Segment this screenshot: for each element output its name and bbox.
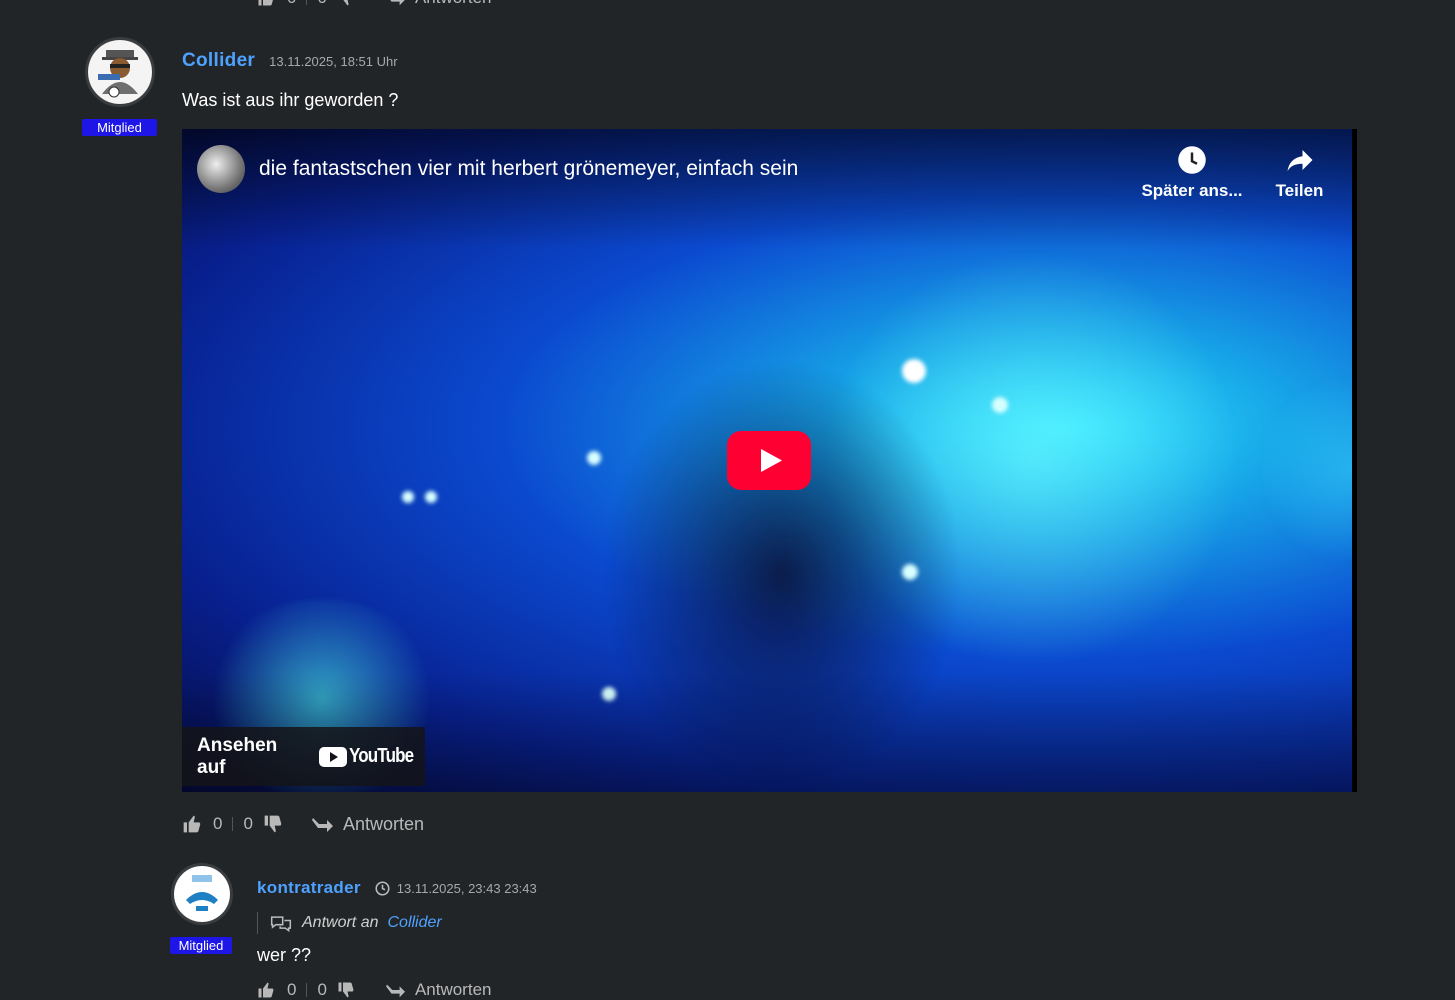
reply-link[interactable]: Antworten — [415, 0, 492, 8]
post-actions: 0 0 Antworten — [257, 980, 491, 1000]
youtube-embed[interactable]: die fantastschen vier mit herbert grönem… — [182, 129, 1357, 792]
avatar-illustration — [88, 40, 152, 104]
video-title[interactable]: die fantastschen vier mit herbert grönem… — [259, 157, 798, 181]
dislike-count: 0 — [317, 980, 327, 999]
youtube-logo-icon — [319, 746, 348, 767]
post-header: kontratrader 13.11.2025, 23:43 23:43 — [257, 878, 537, 898]
thumbs-down-icon[interactable] — [337, 0, 355, 7]
post-timestamp: 13.11.2025, 18:51 Uhr — [269, 54, 398, 69]
post-timestamp: 13.11.2025, 23:43 23:43 — [396, 880, 537, 896]
share-label: Teilen — [1275, 181, 1324, 200]
divider — [306, 983, 308, 997]
dislike-count: 0 — [243, 814, 253, 833]
video-border — [1352, 129, 1357, 792]
play-button[interactable] — [727, 431, 811, 490]
divider — [306, 0, 308, 5]
thumbs-up-icon[interactable] — [182, 814, 202, 834]
reply-prefix: Antwort an — [302, 914, 379, 931]
role-badge: Mitglied — [170, 937, 232, 954]
thumbs-up-icon[interactable] — [257, 0, 275, 7]
author-name[interactable]: Collider — [182, 50, 255, 72]
like-count: 0 — [287, 0, 296, 8]
play-icon — [761, 449, 782, 472]
comments-icon — [270, 914, 292, 932]
reply-arrow-icon[interactable] — [385, 981, 407, 999]
thumbs-down-icon[interactable] — [337, 981, 355, 999]
avatar-illustration — [174, 866, 230, 922]
post-text: Was ist aus ihr geworden ? — [182, 90, 399, 110]
author-name[interactable]: kontratrader — [257, 878, 361, 898]
youtube-logo: YouTube — [319, 745, 425, 768]
watch-on-label: Ansehen auf — [197, 734, 278, 778]
clock-icon — [375, 880, 390, 896]
thumbs-up-icon[interactable] — [257, 981, 275, 999]
reply-to-user[interactable]: Collider — [387, 914, 441, 932]
reply-reference: Antwort an Collider — [257, 912, 442, 934]
avatar[interactable] — [85, 37, 155, 107]
reply-arrow-icon[interactable] — [311, 814, 335, 834]
dislike-count: 0 — [317, 0, 326, 8]
share-button[interactable]: Teilen — [1262, 145, 1337, 201]
youtube-wordmark: YouTube — [349, 745, 414, 767]
post-header: Collider 13.11.2025, 18:51 Uhr — [182, 50, 398, 72]
watch-later-button[interactable]: Später ans... — [1132, 145, 1252, 201]
avatar[interactable] — [171, 863, 233, 925]
like-count: 0 — [287, 980, 297, 999]
divider — [232, 817, 234, 831]
watch-on-youtube-button[interactable]: Ansehen auf YouTube — [182, 727, 425, 786]
clock-icon — [1132, 145, 1252, 175]
watch-later-label: Später ans... — [1141, 181, 1243, 200]
reply-arrow-icon[interactable] — [385, 0, 407, 7]
reply-link[interactable]: Antworten — [415, 980, 492, 1000]
share-arrow-icon — [1262, 145, 1337, 175]
thumbs-down-icon[interactable] — [263, 814, 283, 834]
reply-link[interactable]: Antworten — [343, 814, 424, 835]
channel-avatar[interactable] — [197, 145, 245, 193]
like-count: 0 — [213, 814, 223, 833]
post-actions: 0 0 Antworten — [182, 813, 424, 835]
post-text: wer ?? — [257, 945, 312, 965]
previous-comment-actions: 0 0 Antworten — [257, 0, 491, 8]
role-badge: Mitglied — [82, 119, 157, 136]
